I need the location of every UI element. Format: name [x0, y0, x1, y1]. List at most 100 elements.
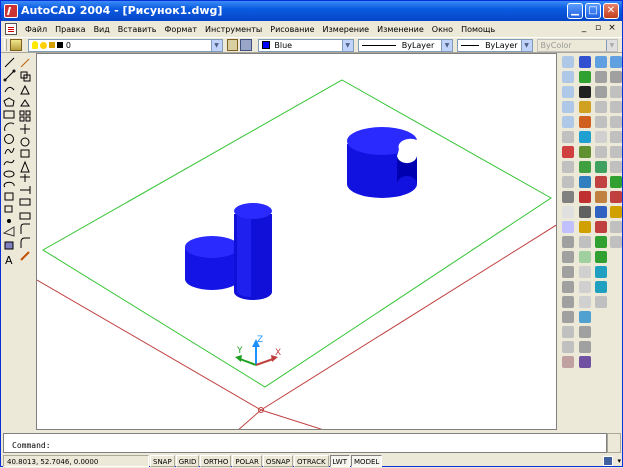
layer-previous-icon[interactable] — [240, 39, 253, 51]
view-icon[interactable] — [579, 281, 591, 293]
menu-insert[interactable]: Вставить — [114, 25, 161, 34]
menu-modify[interactable]: Изменение — [373, 25, 428, 34]
lwt-toggle[interactable]: LWT — [329, 454, 351, 467]
menu-edit[interactable]: Правка — [51, 25, 89, 34]
front-view-icon[interactable] — [579, 326, 591, 338]
menu-view[interactable]: Вид — [90, 25, 114, 34]
minimize-button[interactable]: ▁ — [567, 3, 583, 19]
menu-draw[interactable]: Рисование — [266, 25, 318, 34]
box-icon[interactable] — [595, 56, 607, 68]
layer-manager-icon[interactable] — [10, 39, 22, 51]
interfere-icon[interactable] — [595, 206, 607, 218]
doc-close-button[interactable]: × — [606, 23, 618, 35]
surface-dome-icon[interactable] — [610, 86, 622, 98]
materials-icon[interactable] — [579, 116, 591, 128]
surface-cone-icon[interactable] — [610, 101, 622, 113]
shade-icon[interactable] — [579, 206, 591, 218]
intersect-icon[interactable] — [595, 296, 607, 308]
union-icon[interactable] — [595, 266, 607, 278]
setup-profile-icon[interactable] — [595, 251, 607, 263]
radius-dimension-icon[interactable] — [562, 281, 574, 293]
zoom-in-icon[interactable] — [562, 101, 574, 113]
3d-face-icon[interactable] — [610, 146, 622, 158]
redo-icon[interactable] — [562, 176, 574, 188]
layer-dropdown[interactable]: 0 ▼ — [27, 38, 223, 52]
top-view-icon[interactable] — [579, 311, 591, 323]
revolved-surface-icon[interactable] — [610, 176, 622, 188]
angular-dimension-icon[interactable] — [562, 311, 574, 323]
iso-view-icon[interactable] — [579, 341, 591, 353]
zoom-out-icon[interactable] — [562, 116, 574, 128]
setup-view-icon[interactable] — [595, 236, 607, 248]
coordinates-display[interactable]: 40.8013, 52.7046, 0.0000 — [3, 454, 149, 467]
menu-window[interactable]: Окно — [428, 25, 457, 34]
ucs-icon[interactable] — [579, 266, 591, 278]
scenes-icon[interactable] — [579, 86, 591, 98]
ordinate-dimension-icon[interactable] — [562, 266, 574, 278]
lineweight-dropdown[interactable]: ByLayer ▼ — [457, 38, 533, 52]
tolerance-icon[interactable] — [562, 356, 574, 368]
ortho-toggle[interactable]: ORTHO — [200, 454, 232, 467]
zoom-previous-icon[interactable] — [562, 86, 574, 98]
lights-icon[interactable] — [579, 101, 591, 113]
wedge-icon[interactable] — [595, 116, 607, 128]
section-icon[interactable] — [595, 191, 607, 203]
pan-icon[interactable] — [562, 131, 574, 143]
command-line[interactable]: Command: — [3, 433, 607, 453]
3d-mesh-icon[interactable] — [610, 161, 622, 173]
osnap-toggle[interactable]: OSNAP — [262, 454, 294, 467]
subtract-icon[interactable] — [595, 281, 607, 293]
menu-tools[interactable]: Инструменты — [201, 25, 266, 34]
surface-wedge-icon[interactable] — [610, 116, 622, 128]
document-icon[interactable] — [5, 23, 17, 35]
cylinder-icon[interactable] — [595, 86, 607, 98]
revolve-icon[interactable] — [595, 161, 607, 173]
zoom-window-icon[interactable] — [562, 71, 574, 83]
undo-icon[interactable] — [562, 161, 574, 173]
3d-orbit-icon[interactable] — [579, 296, 591, 308]
aligned-dimension-icon[interactable] — [562, 251, 574, 263]
shading-icon[interactable] — [579, 356, 591, 368]
fog-icon[interactable] — [579, 176, 591, 188]
diameter-dimension-icon[interactable] — [562, 296, 574, 308]
render-icon[interactable] — [579, 71, 591, 83]
hide-icon[interactable] — [579, 56, 591, 68]
command-scrollbar[interactable] — [607, 433, 621, 453]
grid-toggle[interactable]: GRID — [175, 454, 200, 467]
menu-dimension[interactable]: Измерение — [319, 25, 374, 34]
ruled-surface-icon[interactable] — [610, 206, 622, 218]
tray-icon[interactable] — [603, 455, 614, 466]
edge-surface-icon[interactable] — [610, 221, 622, 233]
slice-icon[interactable] — [595, 176, 607, 188]
setup-drawing-icon[interactable] — [595, 221, 607, 233]
properties-icon[interactable] — [562, 146, 574, 158]
color-dropdown[interactable]: Blue ▼ — [258, 38, 354, 52]
menu-help[interactable]: Помощь — [457, 25, 499, 34]
tray-chevron-icon[interactable]: ▾ — [617, 457, 621, 465]
camera-icon[interactable] — [579, 236, 591, 248]
otrack-toggle[interactable]: OTRACK — [294, 454, 329, 467]
close-button[interactable]: ✕ — [603, 3, 619, 19]
statistics-icon[interactable] — [579, 191, 591, 203]
maximize-button[interactable]: □ — [585, 3, 601, 19]
landscape-icon[interactable] — [579, 161, 591, 173]
save-icon[interactable] — [562, 191, 574, 203]
torus-icon[interactable] — [595, 131, 607, 143]
draw-toolbar-icons[interactable]: A — [2, 56, 33, 288]
tabulated-surface-icon[interactable] — [610, 191, 622, 203]
title-bar[interactable]: AutoCAD 2004 - [Рисунок1.dwg] ▁ □ ✕ — [1, 1, 622, 21]
doc-restore-button[interactable]: ▫ — [592, 23, 604, 35]
mapping-icon[interactable] — [579, 131, 591, 143]
toolbar-grip[interactable] — [4, 39, 7, 51]
snap-toggle[interactable]: SNAP — [150, 454, 175, 467]
drawing-area[interactable]: Z X Y — [36, 53, 557, 430]
zoom-realtime-icon[interactable] — [562, 56, 574, 68]
polar-toggle[interactable]: POLAR — [232, 454, 262, 467]
edge-icon[interactable] — [610, 236, 622, 248]
quick-dimension-icon[interactable] — [562, 326, 574, 338]
doc-minimize-button[interactable]: _ — [578, 23, 590, 35]
dimension-icon[interactable] — [562, 221, 574, 233]
text-style-icon[interactable] — [562, 206, 574, 218]
surface-torus-icon[interactable] — [610, 131, 622, 143]
background-icon[interactable] — [579, 146, 591, 158]
